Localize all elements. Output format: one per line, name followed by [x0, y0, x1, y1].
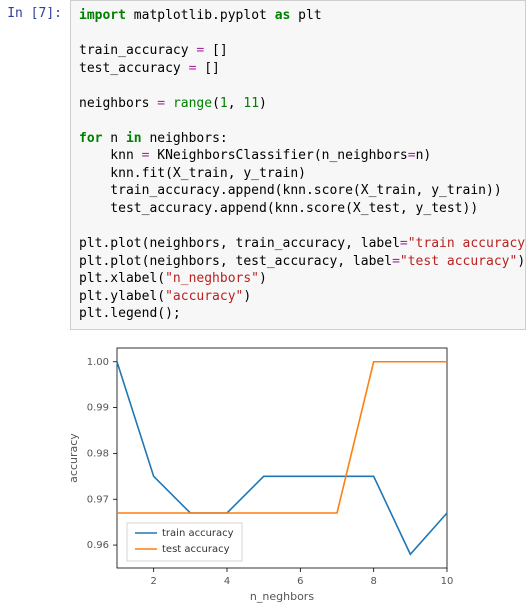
- svg-text:6: 6: [297, 576, 303, 587]
- svg-text:0.99: 0.99: [87, 402, 109, 413]
- svg-text:4: 4: [224, 576, 230, 587]
- svg-text:train accuracy: train accuracy: [162, 528, 234, 539]
- line-chart: 2 4 6 8 10 0.96 0.97 0.98 0.99 1.00 n_neghbors accu…: [62, 338, 457, 608]
- code-cell: In [7]: import matplotlib.pyplot as plt …: [0, 0, 530, 330]
- svg-text:test accuracy: test accuracy: [162, 544, 230, 555]
- input-prompt: In [7]:: [0, 0, 70, 21]
- svg-text:2: 2: [150, 576, 156, 587]
- svg-text:n_neghbors: n_neghbors: [250, 590, 314, 603]
- svg-text:accuracy: accuracy: [67, 433, 80, 483]
- code-editor[interactable]: import matplotlib.pyplot as plt train_ac…: [70, 0, 526, 330]
- svg-text:0.97: 0.97: [87, 494, 109, 505]
- svg-text:8: 8: [370, 576, 376, 587]
- svg-text:0.98: 0.98: [87, 448, 109, 459]
- svg-text:0.96: 0.96: [87, 540, 109, 551]
- svg-text:10: 10: [441, 576, 454, 587]
- output-area: 2 4 6 8 10 0.96 0.97 0.98 0.99 1.00 n_neghbors accu…: [62, 338, 530, 608]
- svg-text:1.00: 1.00: [87, 357, 109, 368]
